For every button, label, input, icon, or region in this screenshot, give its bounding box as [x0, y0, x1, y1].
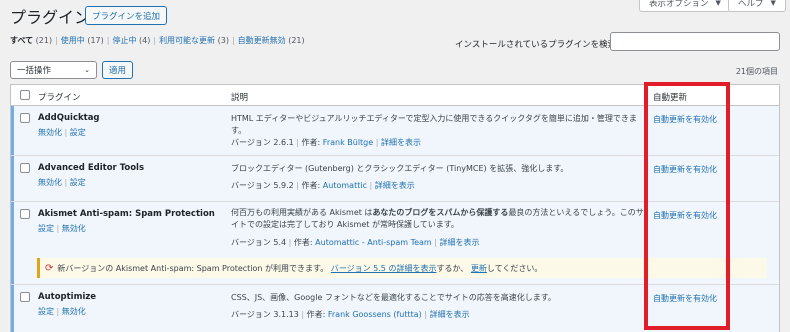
details-link[interactable]: 詳細を表示 [381, 138, 421, 147]
select-all-checkbox[interactable] [20, 90, 30, 100]
row-checkbox[interactable] [20, 113, 30, 123]
plugin-actions: 無効化 | 設定 [38, 128, 86, 137]
enable-auto-update-link[interactable]: 自動更新を有効化 [653, 293, 717, 304]
deactivate-link[interactable]: 無効化 [62, 224, 86, 233]
search-label: インストールされているプラグインを検索 [455, 40, 617, 50]
plugin-description: CSS、JS、画像、Google フォントなどを最適化することでサイトの応答を高… [231, 293, 556, 302]
update-now-link[interactable]: 更新 [471, 263, 487, 274]
active-indicator [11, 252, 14, 284]
plugin-actions: 無効化 | 設定 [38, 178, 86, 187]
filter-updates[interactable]: 利用可能な更新 [159, 36, 215, 45]
author-prefix: 作者: [306, 310, 326, 319]
plugin-description: HTML エディターやビジュアルリッチエディターで定型入力に使用できるクイックタ… [231, 114, 637, 135]
enable-auto-update-link[interactable]: 自動更新を有効化 [653, 114, 717, 125]
plugin-description: 何百万もの利用実績がある Akismet はあなたのブログをスパムから保護する最… [231, 207, 646, 231]
plugin-version: バージョン 2.6.1 [231, 138, 294, 147]
settings-link[interactable]: 設定 [38, 224, 54, 233]
active-indicator [11, 156, 14, 201]
table-header: プラグイン 説明 自動更新 [11, 85, 779, 106]
plugin-name: Advanced Editor Tools [38, 163, 145, 173]
filter-updates-count: (3) [217, 36, 229, 45]
row-checkbox[interactable] [20, 292, 30, 302]
screen-options-button[interactable]: 表示オプション ▼ [639, 0, 731, 12]
plugin-name: AddQuicktag [38, 113, 100, 123]
plugin-meta: バージョン 3.1.13 | 作者: Frank Goossens (futtt… [231, 310, 470, 319]
filter-active[interactable]: 使用中 [61, 36, 85, 45]
filter-all-count: (21) [35, 36, 53, 45]
deactivate-link[interactable]: 無効化 [62, 307, 86, 316]
table-row: Autoptimize 設定 | 無効化 CSS、JS、画像、Google フォ… [11, 285, 779, 332]
items-count: 21個の項目 [735, 67, 778, 76]
chevron-down-icon: ▼ [715, 0, 721, 7]
author-prefix: 作者: [301, 181, 321, 190]
column-description: 説明 [231, 93, 249, 103]
active-indicator [11, 106, 14, 155]
column-plugin: プラグイン [38, 93, 81, 103]
bulk-action-select[interactable]: 一括操作 ⌄ [10, 61, 97, 79]
apply-button[interactable]: 適用 [102, 61, 134, 79]
description-text: 何百万もの利用実績がある Akismet は [231, 208, 373, 217]
table-row: AddQuicktag 無効化 | 設定 HTML エディターやビジュアルリッチ… [11, 106, 779, 156]
filter-auto-disabled-count: (21) [288, 36, 305, 45]
description-emphasis: あなたのブログをスパムから保護する [372, 208, 509, 217]
author-link[interactable]: Frank Bültge [323, 138, 373, 147]
table-row: Akismet Anti-spam: Spam Protection 設定 | … [11, 202, 779, 252]
plugin-name: Autoptimize [38, 292, 97, 302]
active-indicator [11, 202, 14, 252]
help-label: ヘルプ [738, 0, 764, 9]
help-button[interactable]: ヘルプ ▼ [728, 0, 786, 12]
plugin-name: Akismet Anti-spam: Spam Protection [38, 209, 215, 219]
details-link[interactable]: 詳細を表示 [440, 238, 480, 247]
plugin-actions: 設定 | 無効化 [38, 307, 86, 316]
author-prefix: 作者: [293, 238, 313, 247]
filter-all[interactable]: すべて [10, 36, 33, 45]
author-prefix: 作者: [301, 138, 321, 147]
view-version-details-link[interactable]: バージョン 5.5 の詳細を表示 [331, 263, 437, 274]
filter-inactive[interactable]: 停止中 [112, 36, 136, 45]
details-link[interactable]: 詳細を表示 [430, 310, 470, 319]
settings-link[interactable]: 設定 [70, 128, 86, 137]
deactivate-link[interactable]: 無効化 [38, 128, 62, 137]
chevron-down-icon: ⌄ [84, 66, 90, 74]
plugin-meta: バージョン 5.4 | 作者: Automattic - Anti-spam T… [231, 238, 480, 247]
active-indicator [11, 285, 14, 332]
filter-active-count: (17) [87, 36, 104, 45]
plugin-version: バージョン 5.9.2 [231, 181, 294, 190]
filter-inactive-count: (4) [139, 36, 151, 45]
enable-auto-update-link[interactable]: 自動更新を有効化 [653, 210, 717, 221]
notice-text: するか、 [436, 263, 469, 273]
author-link[interactable]: Automattic - Anti-spam Team [315, 238, 432, 247]
search-input[interactable] [610, 32, 780, 51]
plugins-table: プラグイン 説明 自動更新 AddQuicktag 無効化 | 設定 HTML … [10, 84, 780, 332]
row-checkbox[interactable] [20, 209, 30, 219]
chevron-down-icon: ▼ [770, 0, 776, 7]
author-link[interactable]: Frank Goossens (futtta) [328, 310, 422, 319]
plugin-version: バージョン 3.1.13 [231, 310, 299, 319]
author-link[interactable]: Automattic [323, 181, 367, 190]
page-title: プラグイン [10, 8, 91, 27]
plugin-description: ブロックエディター (Gutenberg) とクラシックエディター (TinyM… [231, 164, 569, 173]
update-notice: ⟳ 新バージョンの Akismet Anti-spam: Spam Protec… [37, 258, 767, 278]
plugin-meta: バージョン 2.6.1 | 作者: Frank Bültge | 詳細を表示 [231, 138, 421, 147]
plugin-meta: バージョン 5.9.2 | 作者: Automattic | 詳細を表示 [231, 181, 415, 190]
update-icon: ⟳ [45, 262, 54, 274]
row-checkbox[interactable] [20, 163, 30, 173]
settings-link[interactable]: 設定 [38, 307, 54, 316]
details-link[interactable]: 詳細を表示 [375, 181, 415, 190]
notice-text: 新バージョンの Akismet Anti-spam: Spam Protecti… [57, 263, 329, 273]
status-filters: すべて (21) | 使用中 (17) | 停止中 (4) | 利用可能な更新 (3) | 自動… [10, 36, 305, 45]
filter-auto-disabled[interactable]: 自動更新無効 [238, 36, 286, 45]
table-row: Advanced Editor Tools 無効化 | 設定 ブロックエディター… [11, 156, 779, 202]
screen-options-label: 表示オプション [649, 0, 709, 9]
column-auto-update: 自動更新 [653, 93, 688, 103]
add-plugin-button[interactable]: プラグインを追加 [85, 6, 168, 25]
notice-text: してください。 [486, 263, 543, 273]
bulk-action-value: 一括操作 [17, 66, 52, 76]
update-notice-row: ⟳ 新バージョンの Akismet Anti-spam: Spam Protec… [11, 252, 779, 285]
deactivate-link[interactable]: 無効化 [38, 178, 62, 187]
plugin-version: バージョン 5.4 [231, 238, 287, 247]
plugin-actions: 設定 | 無効化 [38, 224, 86, 233]
enable-auto-update-link[interactable]: 自動更新を有効化 [653, 164, 717, 175]
settings-link[interactable]: 設定 [70, 178, 86, 187]
